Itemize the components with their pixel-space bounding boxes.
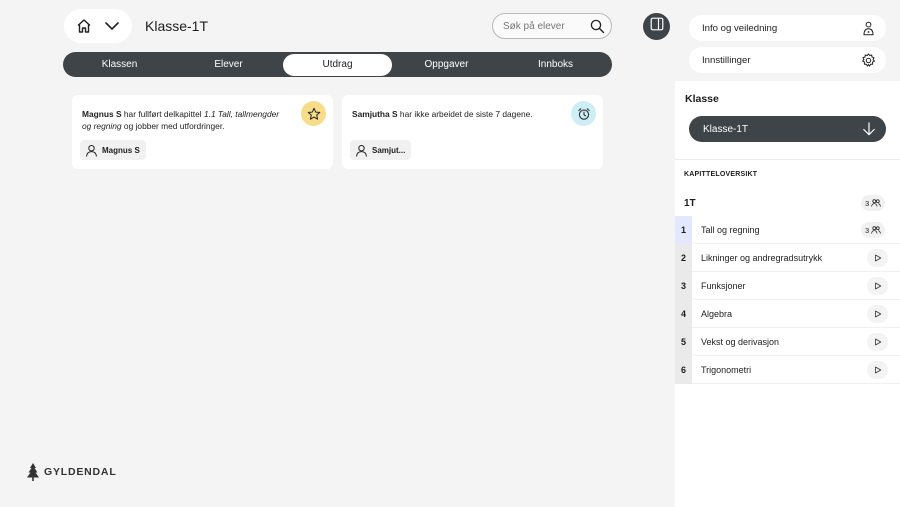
count-value: 3: [865, 198, 870, 208]
users-icon: [871, 226, 881, 234]
chapter-number: 4: [675, 300, 692, 328]
users-icon: [871, 199, 881, 207]
search-input[interactable]: [503, 20, 583, 32]
student-search[interactable]: [492, 13, 612, 39]
class-select[interactable]: Klasse-1T: [689, 116, 886, 142]
sidebar-divider: [675, 159, 900, 160]
activity-card: Samjutha S har ikke arbeidet de siste 7 …: [342, 95, 603, 169]
sidebar-toggle-button[interactable]: [643, 13, 670, 40]
play-icon: [874, 282, 881, 290]
brand-name: GYLDENDAL: [44, 466, 117, 478]
chapter-number: 1: [675, 216, 692, 244]
chip-label: Samjut...: [372, 145, 406, 155]
user-icon: [354, 143, 368, 157]
tab-oppgaver[interactable]: Oppgaver: [392, 54, 501, 76]
star-icon: [307, 107, 320, 120]
student-name: Magnus S: [82, 109, 122, 119]
chevron-down-icon[interactable]: [100, 14, 124, 38]
student-chip[interactable]: Magnus S: [80, 140, 146, 160]
info-guide-button[interactable]: Info og veiledning: [689, 15, 886, 41]
chip-label: Magnus S: [102, 145, 140, 155]
tab-elever[interactable]: Elever: [174, 54, 283, 76]
class-title: Klasse-1T: [145, 18, 209, 34]
gyldendal-logo: GYLDENDAL: [26, 463, 117, 481]
play-icon: [874, 366, 881, 374]
chapter-number: 6: [675, 356, 692, 384]
row-divider: [692, 383, 900, 384]
chapter-student-count: 3: [861, 222, 886, 238]
chapter-item-3[interactable]: 3 Funksjoner: [675, 272, 900, 300]
chapter-title: Vekst og derivasjon: [701, 337, 780, 347]
activity-text-part: har ikke arbeidet de siste 7 dagene.: [397, 109, 533, 119]
sidebar-top: Info og veiledning Innstillinger: [675, 0, 900, 81]
chapter-number: 5: [675, 328, 692, 356]
klasse-heading: Klasse: [685, 93, 719, 105]
tab-innboks[interactable]: Innboks: [501, 54, 610, 76]
chapter-item-4[interactable]: 4 Algebra: [675, 300, 900, 328]
chapter-title: Funksjoner: [701, 281, 746, 291]
chapter-number: 2: [675, 244, 692, 272]
play-button[interactable]: [867, 277, 888, 295]
course-title: 1T: [684, 198, 696, 209]
chapter-title: Tall og regning: [701, 225, 760, 235]
class-select-value: Klasse-1T: [703, 123, 749, 135]
sidebar-panel-icon: [650, 17, 664, 36]
tab-bar: Klassen Elever Utdrag Oppgaver Innboks: [63, 52, 612, 77]
activity-text: Samjutha S har ikke arbeidet de siste 7 …: [352, 108, 560, 120]
search-icon[interactable]: [589, 18, 605, 34]
activity-card: Magnus S har fullført delkapittel 1.1 Ta…: [72, 95, 333, 169]
user-icon: [84, 143, 98, 157]
main-area: Klasse-1T Klassen Elever Utdrag Oppgaver…: [0, 0, 675, 507]
play-button[interactable]: [867, 361, 888, 379]
star-badge: [301, 101, 326, 126]
arrow-down-icon: [863, 122, 875, 136]
right-sidebar: Info og veiledning Innstillinger Klasse …: [675, 0, 900, 507]
settings-label: Innstillinger: [702, 54, 751, 66]
chapter-number: 3: [675, 272, 692, 300]
tab-klassen[interactable]: Klassen: [65, 54, 174, 76]
info-guide-label: Info og veiledning: [702, 22, 778, 34]
count-value: 3: [865, 225, 870, 235]
course-student-count: 3: [861, 195, 886, 211]
chapter-item-6[interactable]: 6 Trigonometri: [675, 356, 900, 384]
tab-utdrag[interactable]: Utdrag: [283, 53, 392, 76]
chapter-item-2[interactable]: 2 Likninger og andregradsutrykk: [675, 244, 900, 272]
home-nav-group: [64, 9, 132, 43]
play-icon: [874, 338, 881, 346]
alarm-badge: [571, 101, 596, 126]
play-button[interactable]: [867, 305, 888, 323]
play-button[interactable]: [867, 333, 888, 351]
play-icon: [874, 254, 881, 262]
chapter-title: Algebra: [701, 309, 733, 319]
activity-text-part: og jobber med utfordringer.: [121, 121, 225, 131]
student-chip[interactable]: Samjut...: [350, 140, 412, 160]
chapter-overview-heading: KAPITTELOVERSIKT: [684, 171, 758, 178]
tree-logo-icon: [27, 463, 39, 481]
alarm-clock-icon: [577, 107, 590, 120]
student-name: Samjutha S: [352, 109, 398, 119]
play-icon: [874, 310, 881, 318]
play-button[interactable]: [867, 249, 888, 267]
chapter-title: Trigonometri: [701, 365, 752, 375]
gear-icon: [862, 52, 875, 67]
chapter-item-5[interactable]: 5 Vekst og derivasjon: [675, 328, 900, 356]
chapter-item-1[interactable]: 1 Tall og regning 3: [675, 216, 900, 244]
activity-text: Magnus S har fullført delkapittel 1.1 Ta…: [82, 108, 290, 132]
info-person-icon: [863, 21, 874, 35]
chapter-title: Likninger og andregradsutrykk: [701, 253, 823, 263]
activity-text-part: har fullført delkapittel: [121, 109, 204, 119]
home-icon[interactable]: [72, 14, 96, 38]
settings-button[interactable]: Innstillinger: [689, 47, 886, 73]
